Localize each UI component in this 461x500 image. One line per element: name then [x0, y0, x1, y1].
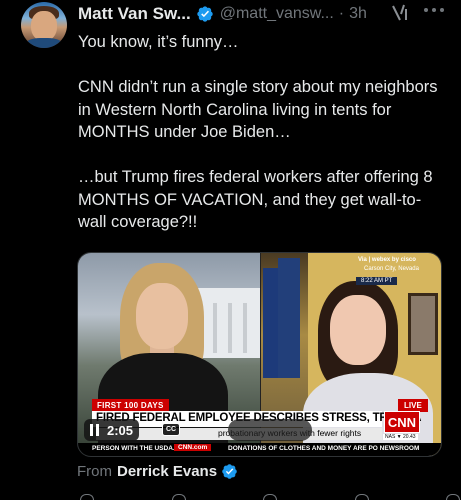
tweet-line-1: You know, it’s funny… — [78, 33, 239, 51]
tweet-header: Matt Van Sw... @matt_vansw... · 3h — [78, 4, 367, 24]
from-label: From — [77, 463, 112, 480]
more-options-icon[interactable] — [424, 8, 444, 16]
playback-controls[interactable]: 2:05 — [84, 419, 140, 441]
avatar[interactable] — [21, 2, 67, 48]
verified-badge-icon — [197, 6, 213, 22]
avatar-shirt — [25, 38, 63, 48]
views-icon[interactable] — [354, 494, 369, 500]
verified-badge-icon — [222, 464, 237, 479]
reply-icon[interactable] — [80, 494, 94, 500]
market-ticker: NAS ▼ 20.43 — [383, 434, 418, 440]
network-logo: CNN — [384, 411, 420, 433]
tweet-text: You know, it’s funny… CNN didn’t run a s… — [78, 31, 448, 234]
wall-frame — [408, 293, 438, 355]
ticker-brand: CNN.com — [174, 444, 212, 451]
location-label: Carson City, Nevada — [364, 266, 419, 272]
via-label: Via | webex by cisco — [358, 257, 416, 263]
timestamp[interactable]: 3h — [349, 5, 367, 23]
tweet-line-2: CNN didn’t run a single story about my n… — [78, 78, 438, 141]
ticker-text-b: DONATIONS OF CLOTHES AND MONEY ARE PO NE… — [228, 445, 420, 452]
source-attribution: From Derrick Evans — [77, 463, 238, 480]
guest-face — [330, 295, 386, 365]
grok-icon[interactable] — [389, 3, 409, 23]
repost-icon[interactable] — [171, 494, 186, 500]
flag — [278, 258, 300, 378]
video-duration: 2:05 — [107, 422, 134, 438]
avatar-face — [31, 11, 57, 41]
author-handle[interactable]: @matt_vansw... — [220, 5, 334, 23]
share-icon[interactable] — [446, 494, 460, 500]
closed-captions-icon[interactable]: CC — [162, 423, 180, 436]
action-bar — [80, 494, 460, 500]
author-name[interactable]: Matt Van Sw... — [78, 4, 191, 24]
ticker-text-a: PERSON WITH THE USDA. — [92, 445, 175, 452]
like-icon[interactable] — [263, 494, 277, 500]
video-overlay-pill[interactable] — [228, 419, 312, 441]
tweet-line-3: …but Trump fires federal workers after o… — [78, 168, 433, 231]
separator-dot: · — [338, 5, 345, 22]
local-time: 8:22 AM PT — [356, 277, 398, 285]
anchor-face — [136, 283, 188, 349]
video-player[interactable]: Via | webex by cisco Carson City, Nevada… — [77, 252, 442, 457]
source-author-link[interactable]: Derrick Evans — [117, 463, 217, 480]
pause-icon[interactable] — [90, 424, 99, 436]
